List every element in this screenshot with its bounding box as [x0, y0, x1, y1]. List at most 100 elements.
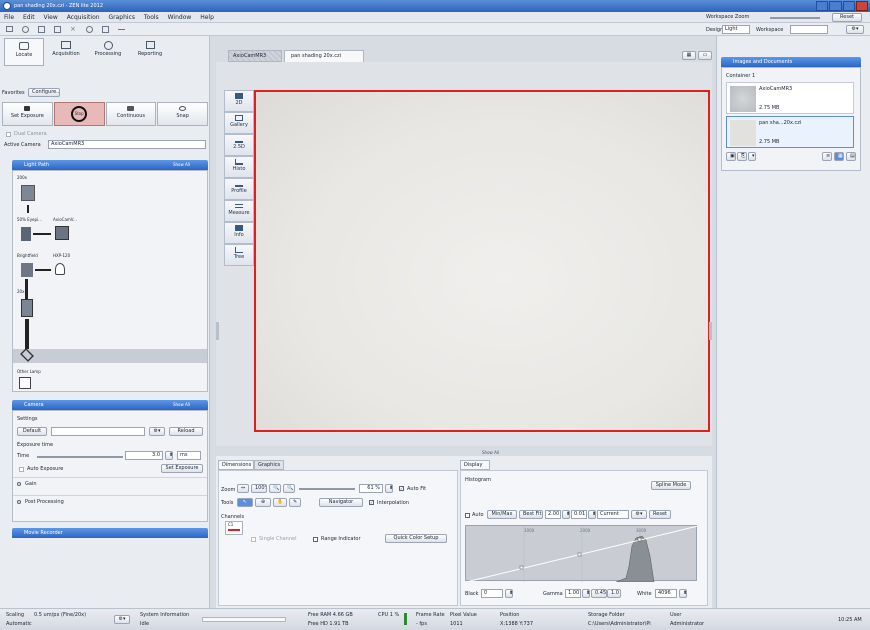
- zoom-out-button[interactable]: 🔍: [283, 484, 295, 493]
- time-input[interactable]: 3.0: [125, 451, 163, 460]
- pen-tool-button[interactable]: ✎: [289, 498, 301, 507]
- save-all-icon[interactable]: [54, 26, 61, 33]
- configure-button[interactable]: Configure...: [28, 88, 60, 97]
- pointer-tool-button[interactable]: ↖: [237, 498, 253, 507]
- light-path-show-all[interactable]: Show All: [173, 160, 190, 170]
- gamma-10-button[interactable]: 1.0: [607, 589, 621, 598]
- close-doc-icon[interactable]: ×: [70, 26, 77, 33]
- time-slider[interactable]: [37, 456, 123, 458]
- menu-edit[interactable]: Edit: [23, 14, 35, 21]
- range-indicator-checkbox[interactable]: [313, 537, 318, 542]
- dual-camera-checkbox[interactable]: [6, 132, 11, 137]
- view-tab-histo[interactable]: Histo: [224, 156, 254, 178]
- black-stepper[interactable]: ⬍: [505, 589, 513, 598]
- split-view-button[interactable]: ▭: [698, 51, 712, 60]
- best-fit-button[interactable]: Best Fit: [519, 510, 543, 519]
- doc-item-pan-shading[interactable]: pan sha...20x.czi 2.75 MB: [726, 116, 854, 148]
- zoom-slider[interactable]: [299, 488, 355, 490]
- reset-zoom-button[interactable]: Reset: [832, 13, 862, 22]
- histogram-plot[interactable]: 1000 2000 3000: [465, 525, 698, 582]
- post-processing-expander[interactable]: Post Processing: [13, 495, 207, 507]
- view-tab-tree[interactable]: Tree: [224, 244, 254, 266]
- view-tab-measure[interactable]: Measure: [224, 200, 254, 222]
- images-docs-header[interactable]: Images and Documents: [721, 57, 861, 67]
- tab-acquisition[interactable]: Acquisition: [46, 38, 86, 66]
- auto-exposure-checkbox[interactable]: [19, 467, 24, 472]
- display-reset-button[interactable]: Reset: [649, 510, 671, 519]
- workspace-menu-button[interactable]: ⚙▾: [846, 25, 864, 34]
- zoom-stepper[interactable]: ⬍: [385, 484, 393, 493]
- spline-mode-button[interactable]: Spline Mode: [651, 481, 691, 490]
- zoom-tool-button[interactable]: ⊕: [255, 498, 271, 507]
- collapse-left-handle[interactable]: [216, 322, 219, 340]
- min-max-button[interactable]: Min/Max: [487, 510, 517, 519]
- restore-icon[interactable]: [842, 1, 855, 11]
- current-select[interactable]: Current: [597, 510, 629, 519]
- view-tab-info[interactable]: Info: [224, 222, 254, 244]
- gamma-045-button[interactable]: 0.45: [591, 589, 607, 598]
- objective-turret-icon[interactable]: [21, 185, 35, 201]
- menu-tools[interactable]: Tools: [144, 14, 159, 21]
- open-icon[interactable]: [6, 26, 13, 32]
- display-tab[interactable]: Display: [460, 460, 490, 470]
- camera-device-icon[interactable]: [55, 226, 69, 240]
- docs-save-button[interactable]: ▣: [726, 152, 736, 161]
- other-lamp-icon[interactable]: [19, 377, 31, 389]
- docs-list-view-button[interactable]: ≡: [822, 152, 832, 161]
- settings-select[interactable]: [51, 427, 145, 436]
- storage-folder-path[interactable]: C:\Users\Administrator\Pi: [588, 621, 651, 627]
- menu-acquisition[interactable]: Acquisition: [67, 14, 100, 21]
- camera-header[interactable]: Camera Show All: [12, 400, 208, 410]
- scaling-menu-button[interactable]: ⚙▾: [114, 615, 130, 624]
- docs-open-button[interactable]: ⎘: [737, 152, 747, 161]
- camera-show-all[interactable]: Show All: [173, 400, 190, 410]
- white-input[interactable]: 4096: [655, 589, 677, 598]
- light-path-header[interactable]: Light Path Show All: [12, 160, 208, 170]
- tab-pan-shading[interactable]: pan shading 20x.czi: [284, 50, 364, 62]
- doc-item-axiocam[interactable]: AxioCamMR3 2.75 MB: [726, 82, 854, 114]
- channel-c1-button[interactable]: C1: [225, 521, 243, 535]
- zoom-100-button[interactable]: 100%: [251, 484, 267, 493]
- view-tab-2-5d[interactable]: 2.5D: [224, 134, 254, 156]
- collapse-right-handle[interactable]: [709, 322, 712, 340]
- auto-fit-checkbox[interactable]: ✓: [399, 486, 404, 491]
- zoom-in-button[interactable]: 🔍: [269, 484, 281, 493]
- print-icon[interactable]: [102, 26, 109, 33]
- pan-tool-button[interactable]: ✋: [273, 498, 287, 507]
- stop-button[interactable]: Stop: [53, 102, 105, 126]
- fit-button[interactable]: ⇔: [237, 484, 249, 493]
- beam-splitter-icon[interactable]: [21, 227, 31, 241]
- menu-file[interactable]: File: [4, 14, 14, 21]
- menu-help[interactable]: Help: [200, 14, 214, 21]
- grid-view-button[interactable]: ▦: [682, 51, 696, 60]
- black-input[interactable]: 0: [481, 589, 503, 598]
- single-channel-checkbox[interactable]: [251, 537, 256, 542]
- docs-more-button[interactable]: ▾: [748, 152, 756, 161]
- default-button[interactable]: Default: [17, 427, 47, 436]
- navigator-button[interactable]: Navigator: [319, 498, 363, 507]
- view-tab-profile[interactable]: Profile: [224, 178, 254, 200]
- movie-recorder-header[interactable]: Movie Recorder: [12, 528, 208, 538]
- tab-locate[interactable]: Locate: [4, 38, 44, 66]
- set-exposure-button-2[interactable]: Set Exposure: [161, 464, 203, 473]
- graphics-tab[interactable]: Graphics: [254, 460, 284, 470]
- display-menu-button[interactable]: ⚙▾: [631, 510, 647, 519]
- best-fit-input[interactable]: 2.00: [545, 510, 561, 519]
- menu-window[interactable]: Window: [168, 14, 192, 21]
- snap-button[interactable]: Snap: [157, 102, 208, 126]
- save-icon[interactable]: [38, 26, 45, 33]
- settings-icon[interactable]: [86, 26, 93, 33]
- white-stepper[interactable]: ⬍: [679, 589, 687, 598]
- view-tab-2d[interactable]: 2D: [224, 90, 254, 112]
- quick-color-setup-button[interactable]: Quick Color Setup: [385, 534, 447, 543]
- dimensions-tab[interactable]: Dimensions: [218, 460, 254, 470]
- minimize-icon[interactable]: [816, 1, 829, 11]
- step-stepper[interactable]: ⬍: [588, 510, 596, 519]
- gamma-stepper[interactable]: ⬍: [582, 589, 590, 598]
- zoom-input[interactable]: 61 %: [359, 484, 383, 493]
- tab-processing[interactable]: Processing: [88, 38, 128, 66]
- workspace-select[interactable]: [790, 25, 828, 34]
- microscope-image[interactable]: [254, 90, 710, 432]
- time-stepper[interactable]: ⬍: [165, 451, 173, 460]
- gamma-input[interactable]: 1.00: [565, 589, 581, 598]
